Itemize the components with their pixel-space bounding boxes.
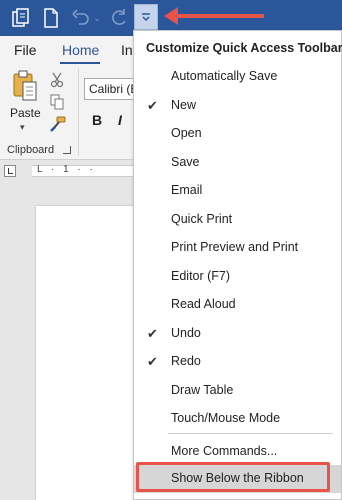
ruler-marks: L · 1 · · bbox=[37, 164, 96, 175]
menu-item-label: Draw Table bbox=[171, 382, 234, 397]
checkmark-icon: ✔ bbox=[147, 354, 158, 369]
menu-item-label: Quick Print bbox=[171, 211, 233, 226]
paste-icon[interactable] bbox=[12, 70, 38, 107]
font-name-field[interactable]: Calibri (B bbox=[84, 78, 134, 100]
tab-home[interactable]: Home bbox=[62, 42, 99, 58]
format-painter-icon[interactable] bbox=[50, 116, 66, 137]
menu-item-label: Automatically Save bbox=[171, 69, 278, 83]
group-divider bbox=[78, 68, 79, 156]
customize-qat-button[interactable] bbox=[134, 4, 158, 30]
redo-icon[interactable] bbox=[108, 6, 130, 30]
paste-label[interactable]: Paste bbox=[10, 106, 41, 120]
checkmark-icon: ✔ bbox=[147, 325, 158, 341]
customize-dropdown-icon bbox=[142, 13, 150, 22]
annotation-arrow bbox=[164, 7, 264, 25]
undo-dropdown-icon[interactable]: ⌄ bbox=[92, 6, 102, 30]
bold-button[interactable]: B bbox=[92, 112, 102, 128]
annotation-highlight-box bbox=[136, 462, 330, 492]
checkmark-icon: ✔ bbox=[147, 97, 158, 113]
copy-icon[interactable] bbox=[50, 94, 64, 115]
document-copy-icon[interactable] bbox=[10, 6, 32, 30]
clipboard-group-label: Clipboard bbox=[7, 144, 55, 156]
new-document-icon[interactable] bbox=[40, 6, 62, 30]
menu-item-label: Redo bbox=[171, 354, 201, 368]
customize-qat-menu: Customize Quick Access Toolbar Automatic… bbox=[133, 30, 342, 500]
paste-dropdown-icon[interactable]: ▾ bbox=[20, 122, 25, 133]
menu-item-label: Print Preview and Print bbox=[171, 240, 299, 254]
menu-item-quick-print[interactable]: Quick Print bbox=[134, 206, 341, 234]
menu-item-read-aloud[interactable]: Read Aloud bbox=[134, 291, 341, 319]
menu-item-label: New bbox=[171, 97, 197, 112]
tab-selector-icon[interactable] bbox=[4, 165, 16, 177]
menu-item-print-preview-and-print[interactable]: Print Preview and Print bbox=[134, 234, 341, 262]
menu-item-automatically-save[interactable]: Automatically Save bbox=[134, 63, 341, 91]
menu-item-touch-mouse-mode[interactable]: Touch/Mouse Mode bbox=[134, 405, 341, 433]
cut-icon[interactable] bbox=[50, 72, 64, 93]
menu-item-new[interactable]: ✔ New bbox=[134, 92, 341, 120]
italic-button[interactable]: I bbox=[118, 112, 122, 128]
menu-item-label: Open bbox=[171, 126, 202, 140]
tab-file[interactable]: File bbox=[14, 42, 37, 58]
undo-icon[interactable] bbox=[70, 6, 92, 30]
more-commands-label: More Commands... bbox=[171, 444, 278, 458]
menu-item-label: Touch/Mouse Mode bbox=[171, 411, 281, 425]
menu-item-label: Email bbox=[171, 183, 203, 197]
menu-item-undo[interactable]: ✔ Undo bbox=[134, 320, 341, 348]
menu-item-redo[interactable]: ✔ Redo bbox=[134, 348, 341, 376]
document-page[interactable] bbox=[36, 206, 146, 500]
dialog-launcher-icon[interactable] bbox=[63, 146, 71, 154]
menu-item-editor-f7[interactable]: Editor (F7) bbox=[134, 263, 341, 291]
menu-item-open[interactable]: Open bbox=[134, 120, 341, 148]
menu-item-label: Read Aloud bbox=[171, 297, 236, 311]
menu-item-save[interactable]: Save bbox=[134, 149, 341, 177]
menu-item-label: Save bbox=[171, 154, 200, 169]
tab-insert[interactable]: In bbox=[121, 42, 133, 58]
menu-item-label: Editor (F7) bbox=[171, 268, 231, 283]
menu-item-draw-table[interactable]: Draw Table bbox=[134, 377, 341, 405]
menu-item-label: Undo bbox=[171, 325, 201, 340]
menu-item-email[interactable]: Email bbox=[134, 177, 341, 205]
menu-title: Customize Quick Access Toolbar bbox=[146, 41, 342, 55]
menu-separator bbox=[168, 433, 333, 434]
